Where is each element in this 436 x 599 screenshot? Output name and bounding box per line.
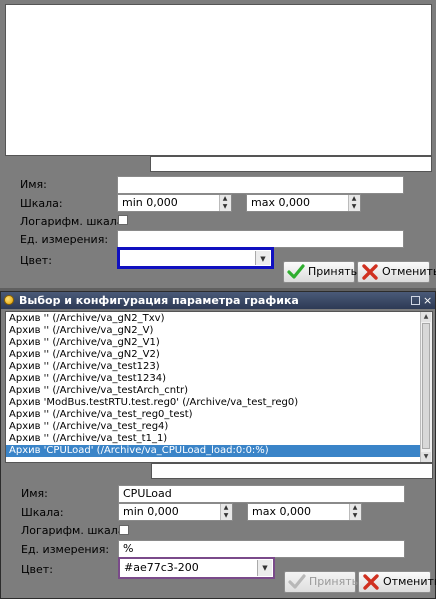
name-field[interactable]: CPULoad	[118, 485, 405, 503]
color-combobox[interactable]: #ae77c3-200 ▼	[118, 557, 275, 579]
title-bar[interactable]: Выбор и конфигурация параметра графика ×	[1, 292, 435, 309]
name-field[interactable]	[117, 176, 404, 194]
units-field[interactable]: %	[118, 540, 405, 558]
list-item[interactable]: Архив '' (/Archive/va_test123)	[6, 361, 420, 373]
list-item[interactable]: Архив '' (/Archive/va_testArch_cntr)	[6, 385, 420, 397]
list-item[interactable]: Архив '' (/Archive/va_gN2_V)	[6, 325, 420, 337]
list-item[interactable]: Архив 'ModBus.testRTU.test.reg0' (/Archi…	[6, 397, 420, 409]
ok-button-label: Принять	[309, 575, 359, 588]
log-scale-checkbox[interactable]	[119, 525, 129, 535]
list-item[interactable]: Архив '' (/Archive/va_test_reg0_test)	[6, 409, 420, 421]
units-label: Ед. измерения:	[20, 233, 109, 246]
checkmark-icon	[288, 574, 306, 589]
list-item-selected[interactable]: Архив 'CPULoad' (/Archive/va_CPULoad_loa…	[6, 445, 420, 457]
cross-icon	[363, 574, 379, 590]
list-item[interactable]: Архив '' (/Archive/va_gN2_V1)	[6, 337, 420, 349]
cancel-button[interactable]: Отменить	[357, 261, 436, 283]
dialog-title: Выбор и конфигурация параметра графика	[19, 294, 299, 307]
name-label: Имя:	[21, 487, 48, 500]
chart-parameter-dialog: Выбор и конфигурация параметра графика ×…	[0, 291, 436, 599]
spin-down-icon[interactable]: ▼	[220, 203, 230, 210]
spin-down-icon[interactable]: ▼	[221, 512, 231, 519]
list-item[interactable]: Архив '' (/Archive/va_test_t1_1)	[6, 433, 420, 445]
scale-min-spinbox[interactable]: min 0,000 ▲ ▼	[117, 194, 232, 212]
spin-up-icon[interactable]: ▲	[221, 504, 231, 511]
cross-icon	[362, 264, 378, 280]
color-label: Цвет:	[21, 563, 53, 576]
app-icon	[4, 295, 14, 305]
background-dialog: Имя: Шкала: min 0,000 ▲ ▼ max 0,000 ▲ ▼ Ло…	[0, 0, 436, 288]
list-item[interactable]: Архив '' (/Archive/va_gN2_V2)	[6, 349, 420, 361]
scrollbar-thumb[interactable]	[422, 323, 430, 449]
maximize-icon[interactable]	[411, 296, 420, 305]
units-field[interactable]	[117, 230, 404, 248]
ok-button[interactable]: Принять	[283, 261, 358, 283]
close-icon[interactable]: ×	[423, 295, 432, 306]
spin-up-icon[interactable]: ▲	[350, 504, 360, 511]
log-scale-label: Логарифм. шкала:	[20, 215, 128, 228]
log-scale-checkbox[interactable]	[118, 215, 128, 225]
list-item[interactable]: Архив '' (/Archive/va_test1234)	[6, 373, 420, 385]
scroll-up-icon[interactable]: ▲	[421, 312, 431, 322]
color-label: Цвет:	[20, 254, 52, 267]
scale-label: Шкала:	[21, 506, 64, 519]
spin-down-icon[interactable]: ▼	[349, 203, 359, 210]
scale-max-spinbox[interactable]: max 0,000 ▲ ▼	[246, 194, 361, 212]
cancel-button-label: Отменить	[382, 265, 436, 278]
list-item[interactable]: Архив '' (/Archive/va_test_reg4)	[6, 421, 420, 433]
ok-button-label: Принять	[308, 265, 358, 278]
spin-up-icon[interactable]: ▲	[220, 195, 230, 202]
vertical-scrollbar[interactable]: ▲ ▼	[420, 312, 432, 462]
scale-max-spinbox[interactable]: max 0,000 ▲ ▼	[247, 503, 362, 521]
color-combobox[interactable]: ▼	[117, 247, 274, 269]
list-item[interactable]: Архив '' (/Archive/va_gN2_Txv)	[6, 313, 420, 325]
scale-min-value: min 0,000	[122, 196, 178, 209]
horizontal-scrollbar[interactable]	[151, 463, 433, 479]
scale-min-spinbox[interactable]: min 0,000 ▲ ▼	[118, 503, 233, 521]
chevron-down-icon[interactable]: ▼	[255, 251, 270, 265]
archive-list[interactable]: Архив '' (/Archive/va_gN2_Txv) Архив '' (…	[5, 311, 433, 463]
name-label: Имя:	[20, 178, 47, 191]
scale-label: Шкала:	[20, 197, 63, 210]
spin-up-icon[interactable]: ▲	[349, 195, 359, 202]
checkmark-icon	[287, 264, 305, 279]
scale-max-value: max 0,000	[252, 505, 311, 518]
units-label: Ед. измерения:	[21, 543, 110, 556]
cancel-button[interactable]: Отменить	[358, 571, 436, 593]
scroll-down-icon[interactable]: ▼	[421, 452, 431, 462]
scale-min-value: min 0,000	[123, 505, 179, 518]
cancel-button-label: Отменить	[383, 575, 436, 588]
scale-max-value: max 0,000	[251, 196, 310, 209]
spin-down-icon[interactable]: ▼	[350, 512, 360, 519]
horizontal-scrollbar-background[interactable]	[150, 156, 432, 172]
log-scale-label: Логарифм. шкала:	[21, 524, 129, 537]
archive-list-background[interactable]	[5, 4, 432, 156]
chevron-down-icon[interactable]: ▼	[257, 560, 272, 576]
ok-button[interactable]: Принять	[284, 571, 359, 593]
color-value: #ae77c3-200	[124, 561, 199, 574]
